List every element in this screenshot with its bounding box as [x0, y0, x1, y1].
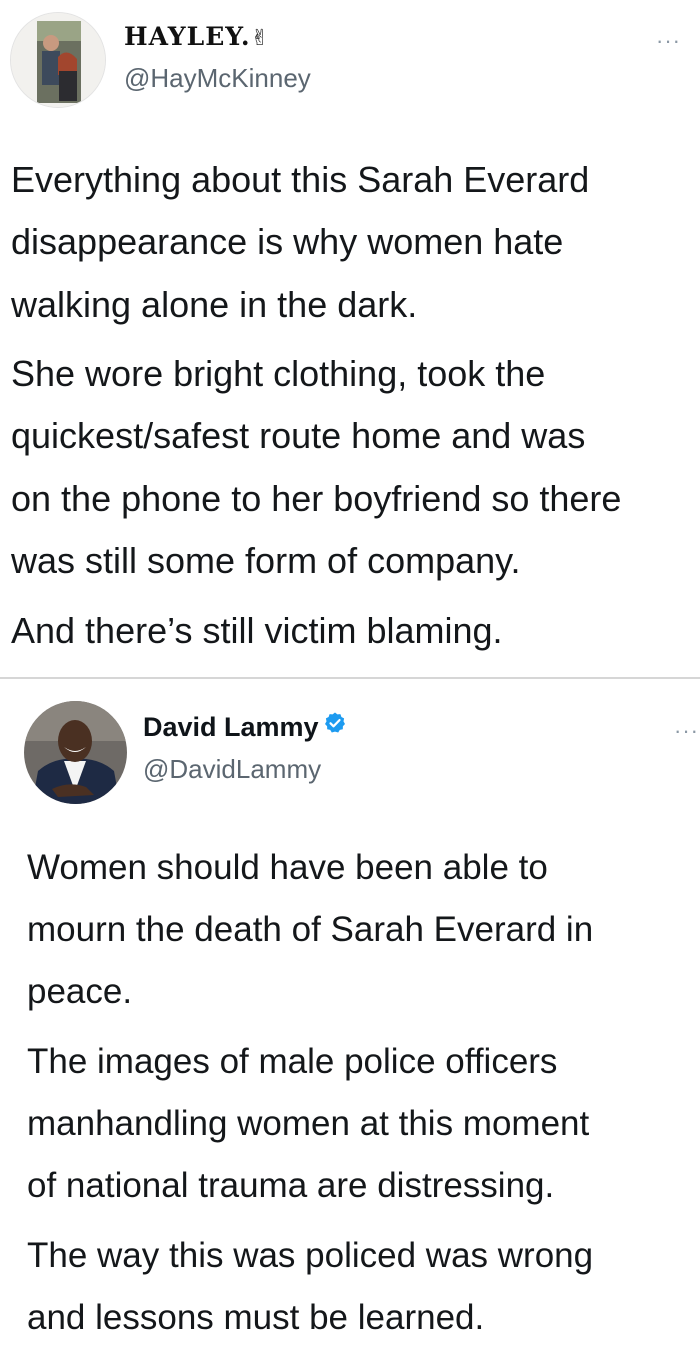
text-line: mourn the death of Sarah Everard in: [27, 910, 594, 949]
display-name[interactable]: David Lammy: [143, 712, 347, 744]
text-line: Women should have been able to: [27, 848, 548, 887]
more-options-icon[interactable]: ···: [674, 720, 699, 742]
text-line: The images of male police officers: [27, 1042, 558, 1081]
avatar[interactable]: [24, 701, 127, 804]
text-line: The way this was policed was wrong: [27, 1236, 594, 1275]
verified-badge-icon: [323, 711, 347, 742]
text-line: and lessons must be learned.: [27, 1298, 485, 1337]
text-line: peace.: [27, 972, 133, 1011]
user-handle[interactable]: @DavidLammy: [143, 754, 321, 785]
profile-photo-image: [24, 701, 127, 804]
text-line: of national trauma are distressing.: [27, 1166, 555, 1205]
text-line: manhandling women at this moment: [27, 1104, 590, 1143]
tweet-card-david-lammy[interactable]: David Lammy @DavidLammy ··· Women should…: [0, 0, 700, 1368]
